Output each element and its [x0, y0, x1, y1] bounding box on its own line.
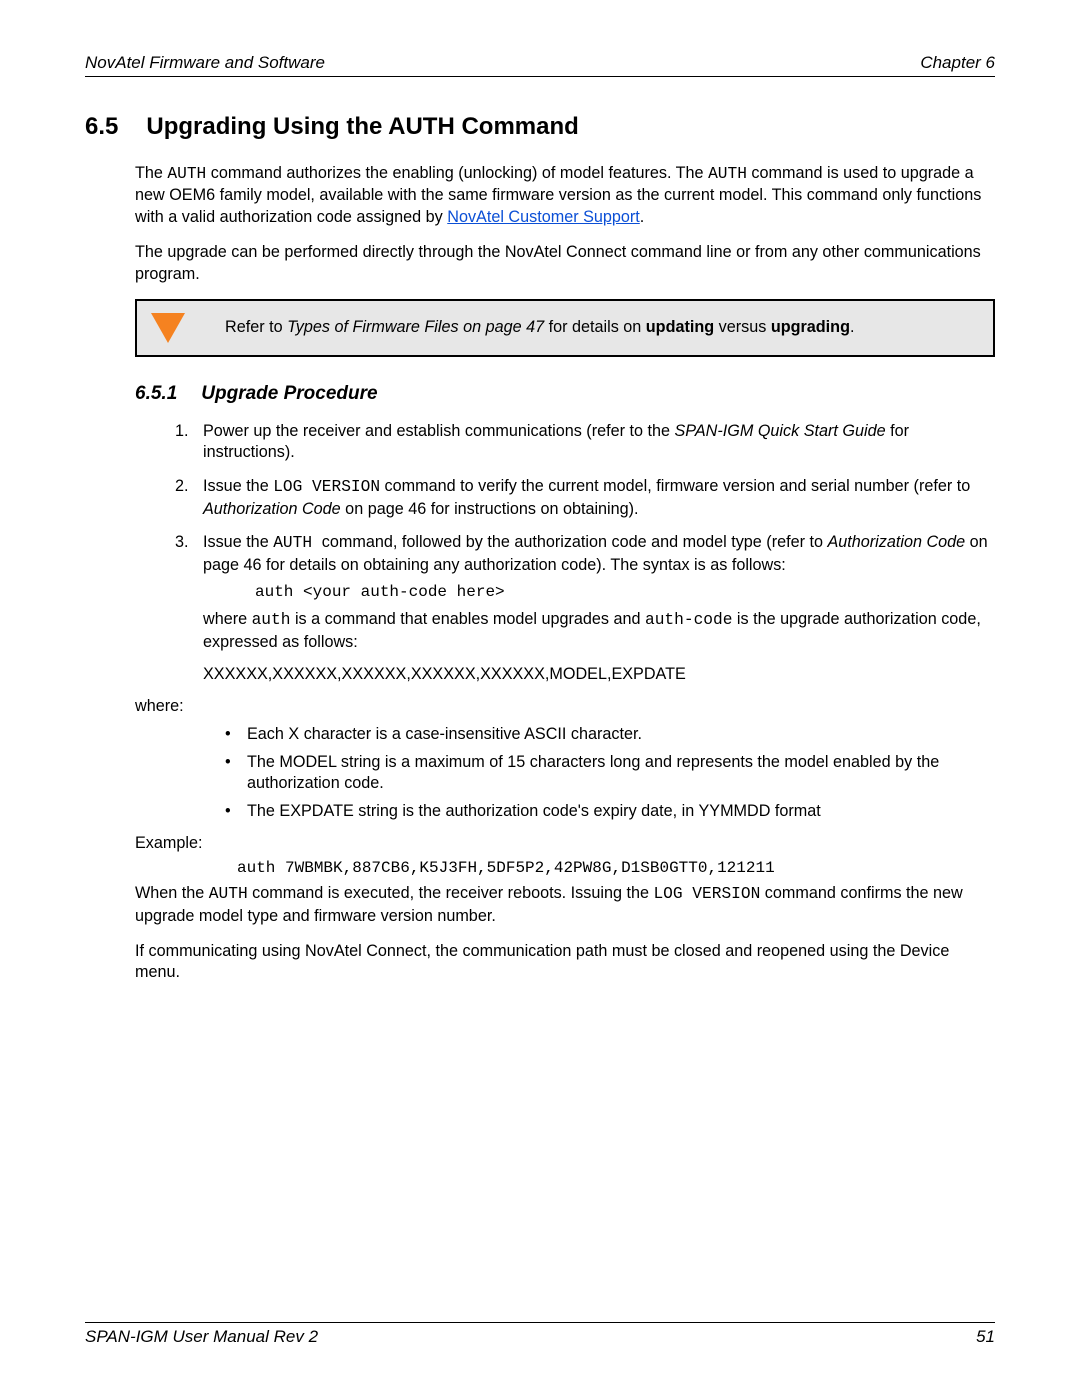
header-right: Chapter 6	[920, 53, 995, 73]
cross-reference: Authorization Code	[827, 533, 965, 551]
text: where	[203, 610, 252, 628]
text: Issue the	[203, 477, 273, 495]
section-heading: 6.5 Upgrading Using the AUTH Command	[85, 113, 995, 141]
page: NovAtel Firmware and Software Chapter 6 …	[0, 0, 1080, 1397]
footer-page-number: 51	[976, 1327, 995, 1347]
running-footer: SPAN-IGM User Manual Rev 2 51	[85, 1322, 995, 1347]
closing-paragraph-2: If communicating using NovAtel Connect, …	[135, 941, 995, 984]
inline-code: AUTH	[209, 885, 248, 903]
intro-paragraph-2: The upgrade can be performed directly th…	[135, 242, 995, 285]
note-text: Refer to Types of Firmware Files on page…	[225, 318, 854, 337]
text: command authorizes the enabling (unlocki…	[206, 164, 708, 182]
running-header: NovAtel Firmware and Software Chapter 6	[85, 53, 995, 77]
where-explanation: where auth is a command that enables mod…	[203, 609, 995, 653]
where-bullet-list: Each X character is a case-insensitive A…	[135, 724, 995, 822]
inline-code: auth	[252, 611, 291, 629]
text: versus	[714, 318, 771, 336]
cross-reference: Types of Firmware Files on page 47	[287, 318, 544, 336]
text: The	[135, 164, 167, 182]
inline-code: LOG VERSION	[273, 478, 380, 496]
warning-triangle-icon	[151, 313, 185, 343]
cross-reference: SPAN-IGM Quick Start Guide	[674, 422, 885, 440]
text: command to verify the current model, fir…	[380, 477, 970, 495]
section-body: The AUTH command authorizes the enabling…	[135, 163, 995, 984]
text: Issue the	[203, 533, 273, 551]
inline-code: auth-code	[645, 611, 732, 629]
text: .	[850, 318, 855, 336]
inline-code: AUTH	[167, 165, 206, 183]
procedure-step-3: Issue the AUTH command, followed by the …	[193, 532, 995, 685]
subsection-title: Upgrade Procedure	[201, 383, 377, 404]
cross-reference: Authorization Code	[203, 500, 341, 518]
inline-code: AUTH	[708, 165, 747, 183]
text: Refer to	[225, 318, 287, 336]
customer-support-link[interactable]: NovAtel Customer Support	[447, 208, 640, 226]
auth-code-pattern: XXXXXX,XXXXXX,XXXXXX,XXXXXX,XXXXXX,MODEL…	[203, 664, 995, 686]
closing-paragraph-1: When the AUTH command is executed, the r…	[135, 883, 995, 927]
text: Power up the receiver and establish comm…	[203, 422, 674, 440]
text: is a command that enables model upgrades…	[290, 610, 645, 628]
inline-code: AUTH	[273, 534, 322, 552]
text: for details on	[544, 318, 646, 336]
inline-code: LOG VERSION	[653, 885, 760, 903]
text: on page 46 for instructions on obtaining…	[341, 500, 639, 518]
text: command, followed by the authorization c…	[322, 533, 828, 551]
text: .	[640, 208, 645, 226]
list-item: The EXPDATE string is the authorization …	[225, 801, 995, 823]
example-code: auth 7WBMBK,887CB6,K5J3FH,5DF5P2,42PW8G,…	[237, 859, 995, 877]
intro-paragraph-1: The AUTH command authorizes the enabling…	[135, 163, 995, 228]
example-label: Example:	[135, 834, 995, 853]
term-upgrading: upgrading	[771, 318, 850, 336]
term-updating: updating	[646, 318, 714, 336]
list-item: Each X character is a case-insensitive A…	[225, 724, 995, 746]
section-title: Upgrading Using the AUTH Command	[146, 113, 578, 140]
subsection-number: 6.5.1	[135, 383, 177, 405]
where-label: where:	[135, 697, 995, 716]
note-callout: Refer to Types of Firmware Files on page…	[135, 299, 995, 357]
subsection-heading: 6.5.1 Upgrade Procedure	[135, 383, 995, 405]
section-number: 6.5	[85, 113, 118, 141]
header-left: NovAtel Firmware and Software	[85, 53, 325, 73]
text: When the	[135, 884, 209, 902]
list-item: The MODEL string is a maximum of 15 char…	[225, 752, 995, 795]
procedure-step-2: Issue the LOG VERSION command to verify …	[193, 476, 995, 520]
procedure-list: Power up the receiver and establish comm…	[135, 421, 995, 685]
footer-left: SPAN-IGM User Manual Rev 2	[85, 1327, 318, 1347]
procedure-step-1: Power up the receiver and establish comm…	[193, 421, 995, 464]
text: command is executed, the receiver reboot…	[248, 884, 654, 902]
syntax-code: auth <your auth-code here>	[255, 582, 995, 603]
